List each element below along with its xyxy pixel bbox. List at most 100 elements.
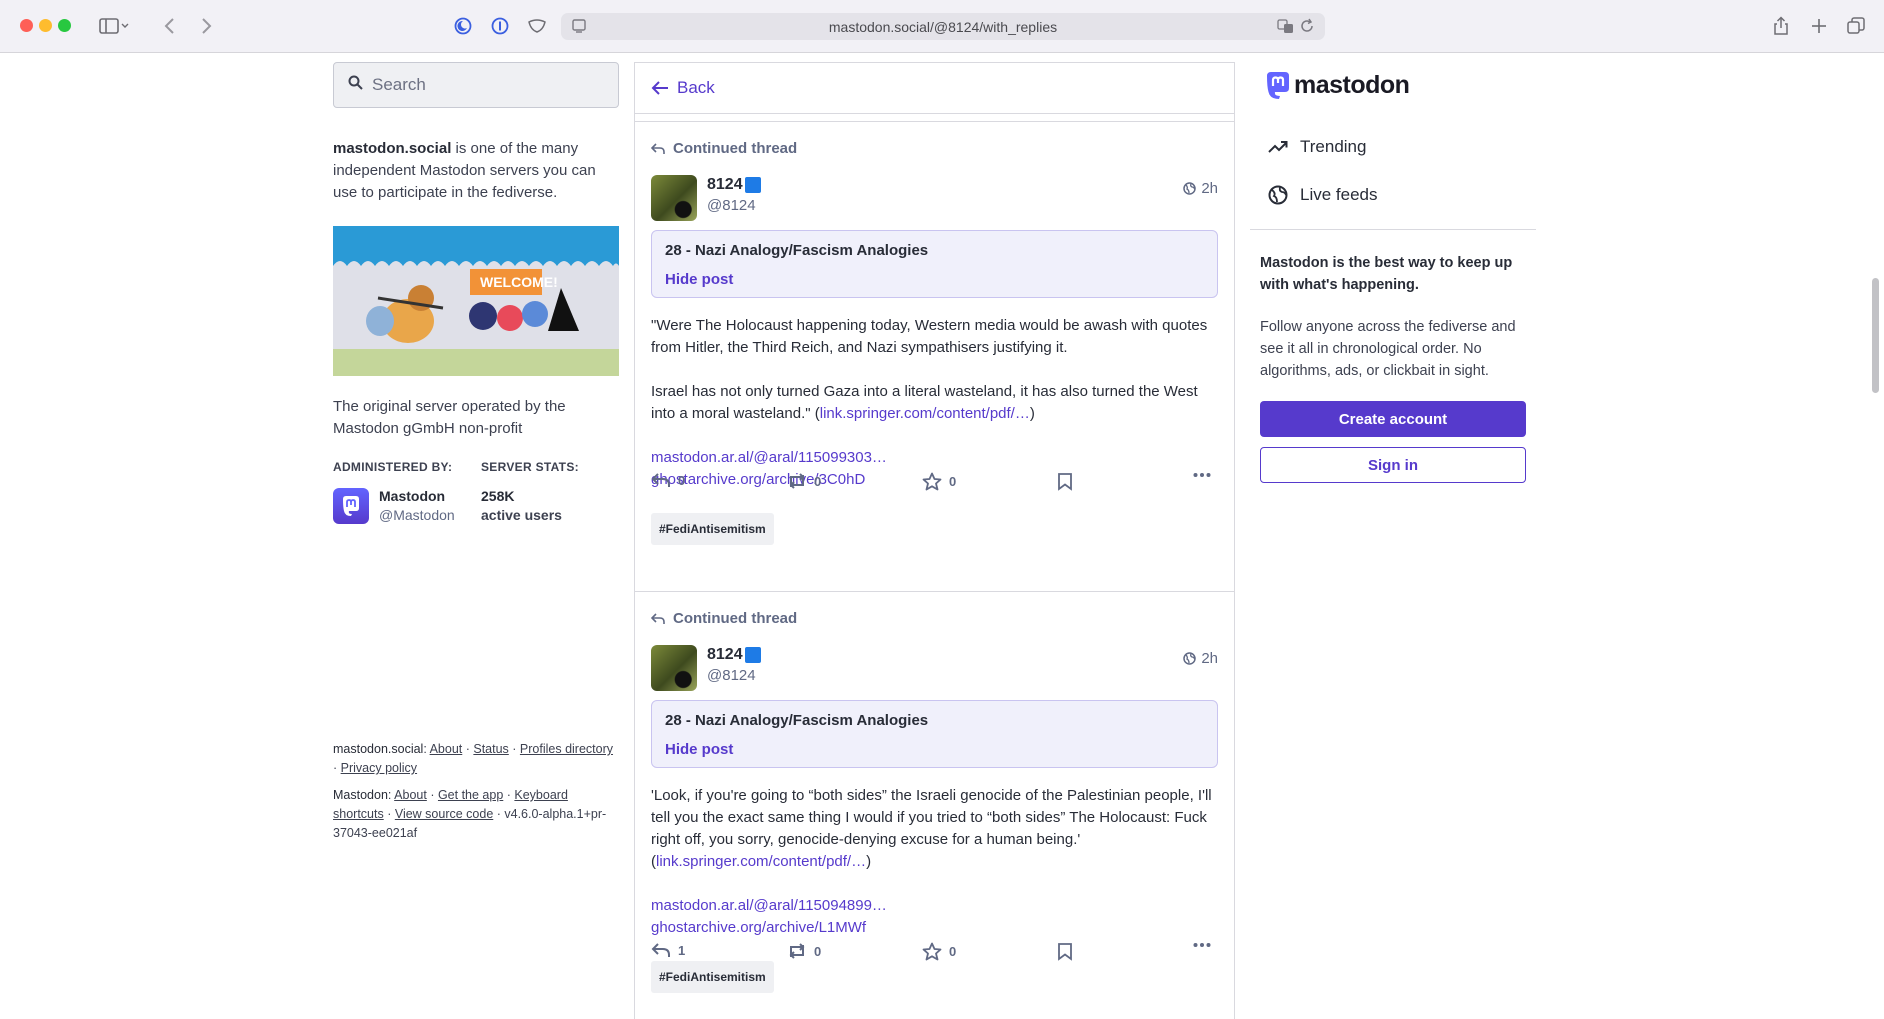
admin-avatar[interactable] (333, 488, 369, 524)
nav-trending[interactable]: Trending (1268, 137, 1366, 157)
minimize-window-button[interactable] (39, 19, 52, 32)
server-about: mastodon.social is one of the many indep… (333, 138, 619, 204)
content-warning: 28 - Nazi Analogy/Fascism Analogies Hide… (651, 230, 1218, 298)
hashtag[interactable]: #FediAntisemitism (651, 513, 774, 545)
mastodon-logo-icon (343, 496, 359, 516)
post-actions: 1 0 0 (651, 942, 1221, 966)
bookmark-button[interactable] (1057, 472, 1073, 491)
footer-profiles-directory-link[interactable]: Profiles directory (520, 742, 613, 756)
server-name: mastodon.social (333, 140, 452, 157)
search-icon (348, 75, 363, 95)
administered-by-label: ADMINISTERED BY: (333, 460, 453, 474)
translate-icon[interactable] (1277, 18, 1295, 37)
more-options-button[interactable] (1193, 472, 1211, 478)
status-post[interactable]: Continued thread 8124 @8124 2h 28 - Nazi… (635, 591, 1234, 1019)
address-bar[interactable]: mastodon.social/@8124/with_replies (561, 13, 1325, 40)
footer-mastodon-about-link[interactable]: About (394, 788, 427, 802)
footer-status-link[interactable]: Status (473, 742, 508, 756)
bookmark-button[interactable] (1057, 942, 1073, 961)
share-icon[interactable] (1770, 14, 1792, 38)
post-paragraph: mastodon.ar.al/@aral/115094899… ghostarch… (651, 895, 1221, 939)
hide-post-button[interactable]: Hide post (665, 741, 733, 758)
favourite-button[interactable]: 0 (922, 472, 956, 491)
right-sidebar: mastodon Trending Live feeds Mastodon is… (1250, 54, 1536, 1019)
author-name[interactable]: 8124 (707, 646, 761, 664)
star-icon (922, 472, 942, 491)
tab-overview-icon[interactable] (1845, 14, 1867, 38)
boost-button[interactable]: 0 (787, 472, 821, 490)
create-account-button[interactable]: Create account (1260, 401, 1526, 437)
globe-icon (1183, 182, 1197, 195)
post-timestamp[interactable]: 2h (1183, 650, 1218, 667)
post-link[interactable]: ghostarchive.org/archive/L1MWf (651, 919, 866, 936)
password-extension-icon[interactable] (489, 14, 511, 38)
footer-privacy-link[interactable]: Privacy policy (341, 761, 417, 775)
post-paragraph: "Were The Holocaust happening today, Wes… (651, 317, 1208, 356)
close-window-button[interactable] (20, 19, 33, 32)
server-banner-image: WELCOME! (333, 226, 619, 376)
reply-button[interactable]: 0 (651, 472, 685, 488)
page-content: Search mastodon.social is one of the man… (0, 54, 1884, 1019)
privacy-extension-icon[interactable] (452, 14, 474, 38)
reply-button[interactable]: 1 (651, 942, 685, 958)
favourite-button[interactable]: 0 (922, 942, 956, 961)
forward-nav-icon[interactable] (196, 14, 216, 38)
post-actions: 0 0 0 (651, 472, 1221, 496)
shield-extension-icon[interactable] (526, 14, 548, 38)
page-scrollbar[interactable] (1872, 278, 1879, 393)
signup-description: Follow anyone across the fediverse and s… (1260, 319, 1516, 379)
server-footer-links: mastodon.social: About · Status · Profil… (333, 742, 614, 775)
post-link[interactable]: link.springer.com/content/pdf/… (820, 405, 1030, 422)
admin-handle[interactable]: @Mastodon (379, 507, 455, 523)
mastodon-logo[interactable]: mastodon (1264, 68, 1410, 102)
author-handle[interactable]: @8124 (707, 667, 756, 684)
sign-in-button[interactable]: Sign in (1260, 447, 1526, 483)
author-name[interactable]: 8124 (707, 176, 761, 194)
bookmark-icon (1058, 943, 1072, 961)
banner-welcome-text: WELCOME! (480, 274, 558, 290)
footer-server-prefix: mastodon.social (333, 742, 424, 756)
new-tab-icon[interactable] (1808, 14, 1830, 38)
bookmark-icon (1058, 473, 1072, 491)
signup-headline: Mastodon is the best way to keep up with… (1260, 255, 1513, 293)
page-settings-icon[interactable] (571, 18, 587, 37)
search-input[interactable]: Search (333, 62, 619, 108)
continued-thread-label: Continued thread (651, 140, 797, 157)
content-warning-title: 28 - Nazi Analogy/Fascism Analogies (665, 712, 929, 729)
post-link[interactable]: link.springer.com/content/pdf/… (656, 853, 866, 870)
reply-arrow-icon (651, 142, 665, 154)
post-paragraph: Israel has not only turned Gaza into a l… (651, 383, 1198, 422)
back-button[interactable]: Back (635, 62, 1234, 114)
reply-arrow-icon (651, 612, 665, 624)
boost-button[interactable]: 0 (787, 942, 821, 960)
boost-icon (789, 473, 805, 489)
nav-live-feeds[interactable]: Live feeds (1268, 185, 1378, 205)
reload-icon[interactable] (1299, 18, 1315, 37)
search-placeholder: Search (372, 75, 426, 94)
author-avatar[interactable] (651, 175, 697, 221)
ellipsis-icon (1193, 473, 1211, 477)
post-link[interactable]: mastodon.ar.al/@aral/115099303… (651, 449, 887, 466)
post-link[interactable]: mastodon.ar.al/@aral/115094899… (651, 897, 887, 914)
hide-post-button[interactable]: Hide post (665, 271, 733, 288)
arrow-left-icon (651, 81, 668, 95)
footer-source-code-link[interactable]: View source code (395, 807, 493, 821)
ellipsis-icon (1193, 943, 1211, 947)
content-warning: 28 - Nazi Analogy/Fascism Analogies Hide… (651, 700, 1218, 768)
server-description: The original server operated by the Mast… (333, 398, 566, 437)
post-content: "Were The Holocaust happening today, Wes… (651, 315, 1221, 545)
footer-about-link[interactable]: About (430, 742, 463, 756)
blue-square-emoji (744, 177, 761, 193)
footer-get-app-link[interactable]: Get the app (438, 788, 503, 802)
zoom-window-button[interactable] (58, 19, 71, 32)
status-post[interactable]: Continued thread 8124 @8124 2h 28 - Nazi… (635, 121, 1234, 560)
sidebar-divider (1250, 229, 1536, 230)
post-timestamp[interactable]: 2h (1183, 180, 1218, 197)
continued-thread-label: Continued thread (651, 610, 797, 627)
sidebar-toggle-icon[interactable] (96, 14, 132, 38)
author-handle[interactable]: @8124 (707, 197, 756, 214)
back-nav-icon[interactable] (160, 14, 180, 38)
author-avatar[interactable] (651, 645, 697, 691)
more-options-button[interactable] (1193, 942, 1211, 948)
admin-name[interactable]: Mastodon (379, 488, 445, 504)
